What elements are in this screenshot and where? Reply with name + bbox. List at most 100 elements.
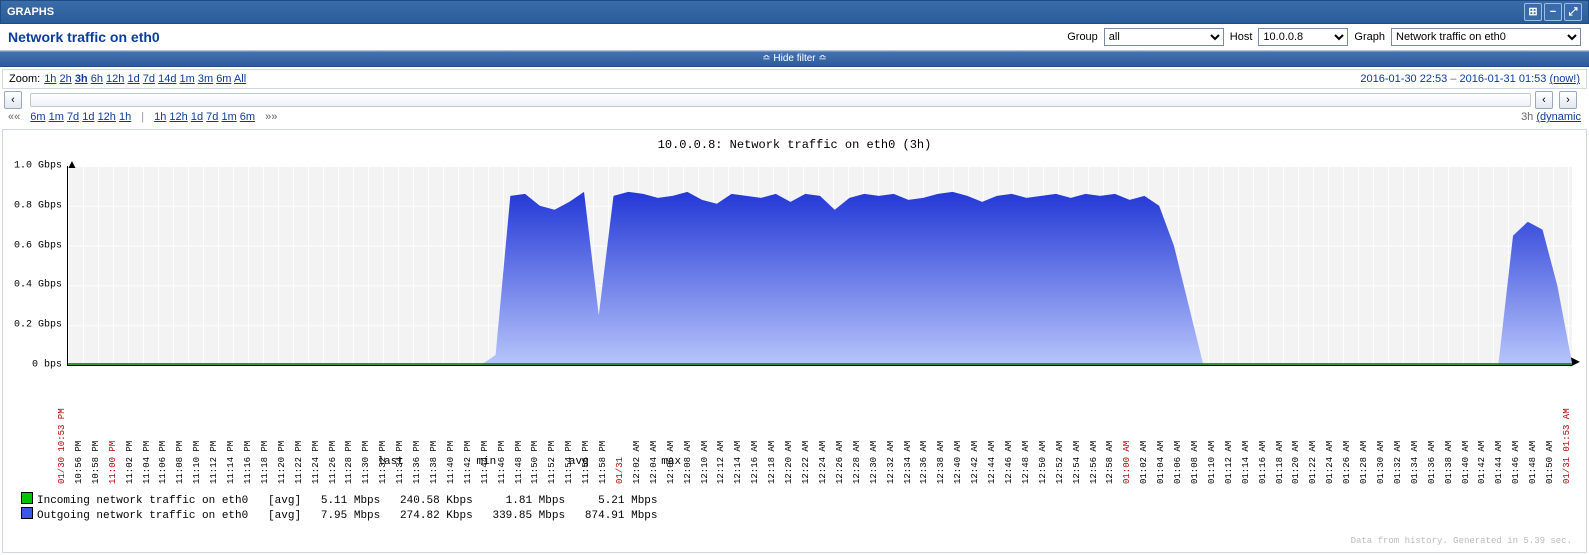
x-tick: 01:28 AM — [1359, 441, 1369, 484]
x-tick: 12:02 AM — [632, 441, 642, 484]
x-tick: 01:46 AM — [1511, 441, 1521, 484]
x-tick: 12:14 AM — [733, 441, 743, 484]
x-tick: 12:34 AM — [903, 441, 913, 484]
now-link[interactable]: (now!) — [1549, 73, 1580, 85]
x-tick: 12:40 AM — [953, 441, 963, 484]
x-tick: 11:20 PM — [277, 441, 287, 484]
window-add-icon[interactable]: ⊞ — [1524, 3, 1542, 21]
host-select[interactable]: 10.0.0.8 — [1258, 28, 1348, 46]
x-tick: 12:28 AM — [852, 441, 862, 484]
window-fullscreen-icon[interactable]: ⤢ — [1564, 3, 1582, 21]
group-select[interactable]: all — [1104, 28, 1224, 46]
zoom-link-2h[interactable]: 2h — [60, 73, 72, 85]
zoom-link-1m[interactable]: 1m — [180, 73, 195, 85]
zoom-link-6h[interactable]: 6h — [91, 73, 103, 85]
x-tick: 12:12 AM — [716, 441, 726, 484]
zoom-link-3h[interactable]: 3h — [75, 73, 88, 85]
x-tick: 11:18 PM — [260, 441, 270, 484]
x-tick: 11:24 PM — [311, 441, 321, 484]
x-tick: 01:04 AM — [1156, 441, 1166, 484]
group-label: Group — [1067, 31, 1098, 43]
window-title: GRAPHS — [7, 6, 54, 18]
zoom-link-All[interactable]: All — [234, 73, 246, 85]
x-tick: 01:18 AM — [1275, 441, 1285, 484]
backforward-row: «« 6m 1m 7d 1d 12h 1h | 1h 12h 1d 7d 1m … — [2, 109, 1587, 125]
nav-double-left: «« — [8, 111, 20, 123]
x-tick: 12:48 AM — [1021, 441, 1031, 484]
zoom-link-6m[interactable]: 6m — [216, 73, 231, 85]
zoom-label: Zoom: — [9, 73, 40, 85]
nav-link-1d[interactable]: 1d — [191, 111, 203, 123]
y-tick: 1.0 Gbps — [10, 161, 62, 172]
x-tick: 12:52 AM — [1055, 441, 1065, 484]
x-tick: 11:36 PM — [412, 441, 422, 484]
x-tick: 11:04 PM — [142, 441, 152, 484]
zoom-link-14d[interactable]: 14d — [158, 73, 176, 85]
time-slider[interactable] — [30, 93, 1531, 107]
x-tick: 01:22 AM — [1308, 441, 1318, 484]
x-tick: 01:08 AM — [1190, 441, 1200, 484]
subheader: Network traffic on eth0 Group all Host 1… — [0, 24, 1589, 51]
x-tick: 01:12 AM — [1224, 441, 1234, 484]
date-range: 2016-01-30 22:53 – 2016-01-31 01:53 (now… — [1360, 73, 1580, 85]
x-tick: 01:42 AM — [1477, 441, 1487, 484]
nav-link-1d[interactable]: 1d — [82, 111, 94, 123]
nav-link-1h[interactable]: 1h — [119, 111, 131, 123]
x-tick: 11:06 PM — [158, 441, 168, 484]
x-tick: 12:46 AM — [1004, 441, 1014, 484]
zoom-link-7d[interactable]: 7d — [143, 73, 155, 85]
nav-link-6m[interactable]: 6m — [240, 111, 255, 123]
zoom-link-1d[interactable]: 1d — [127, 73, 139, 85]
x-tick: 11:46 PM — [497, 441, 507, 484]
nav-link-7d[interactable]: 7d — [67, 111, 79, 123]
nav-link-7d[interactable]: 7d — [206, 111, 218, 123]
x-tick: 12:24 AM — [818, 441, 828, 484]
x-tick: 01:20 AM — [1291, 441, 1301, 484]
x-tick: 01:30 AM — [1376, 441, 1386, 484]
nav-link-6m[interactable]: 6m — [30, 111, 45, 123]
date-from: 2016-01-30 22:53 — [1360, 73, 1447, 85]
graph-select[interactable]: Network traffic on eth0 — [1391, 28, 1581, 46]
x-tick: 01:16 AM — [1258, 441, 1268, 484]
x-tick: 12:22 AM — [801, 441, 811, 484]
chevron-left-icon: ‹ — [11, 94, 15, 106]
scroll-left-button[interactable]: ‹ — [4, 91, 22, 109]
plot-area: ▲ ▶ 0 bps0.2 Gbps0.4 Gbps0.6 Gbps0.8 Gbp… — [67, 166, 1572, 366]
slider-next-button[interactable]: › — [1559, 91, 1577, 109]
x-tick: 11:54 PM — [564, 441, 574, 484]
x-tick: 11:22 PM — [294, 441, 304, 484]
x-tick: 11:14 PM — [226, 441, 236, 484]
slider-prev-button[interactable]: ‹ — [1535, 91, 1553, 109]
x-tick: 11:28 PM — [344, 441, 354, 484]
x-tick: 12:54 AM — [1072, 441, 1082, 484]
outgoing-area — [68, 192, 1572, 365]
nav-link-1m[interactable]: 1m — [221, 111, 236, 123]
x-tick: 12:56 AM — [1089, 441, 1099, 484]
nav-mode-link[interactable]: (dynamic — [1536, 111, 1581, 123]
hide-filter-bar[interactable]: ≏ Hide filter ≏ — [0, 51, 1589, 67]
nav-link-12h[interactable]: 12h — [169, 111, 187, 123]
nav-scale: 3h — [1521, 111, 1533, 123]
x-tick: 12:20 AM — [784, 441, 794, 484]
nav-link-12h[interactable]: 12h — [98, 111, 116, 123]
x-tick: 11:40 PM — [446, 441, 456, 484]
y-tick: 0.4 Gbps — [10, 280, 62, 291]
zoom-link-3m[interactable]: 3m — [198, 73, 213, 85]
zoom-link-12h[interactable]: 12h — [106, 73, 124, 85]
chart-panel: 10.0.0.8: Network traffic on eth0 (3h) ▲… — [2, 129, 1587, 553]
x-tick: 11:34 PM — [395, 441, 405, 484]
nav-link-1m[interactable]: 1m — [49, 111, 64, 123]
nav-sep: | — [141, 111, 144, 123]
x-tick: 11:58 PM — [598, 441, 608, 484]
nav-link-1h[interactable]: 1h — [154, 111, 166, 123]
nav-fwd-links: 1h 12h 1d 7d 1m 6m — [154, 111, 255, 123]
zoom-link-1h[interactable]: 1h — [44, 73, 56, 85]
page-title: Network traffic on eth0 — [8, 29, 160, 45]
x-tick: 01:44 AM — [1494, 441, 1504, 484]
x-tick: 12:42 AM — [970, 441, 980, 484]
x-tick: 01:38 AM — [1444, 441, 1454, 484]
window-minimize-icon[interactable]: − — [1544, 3, 1562, 21]
x-tick: 11:30 PM — [361, 441, 371, 484]
x-tick: 01/31 01:53 AM — [1562, 408, 1572, 484]
x-tick: 11:32 PM — [378, 441, 388, 484]
